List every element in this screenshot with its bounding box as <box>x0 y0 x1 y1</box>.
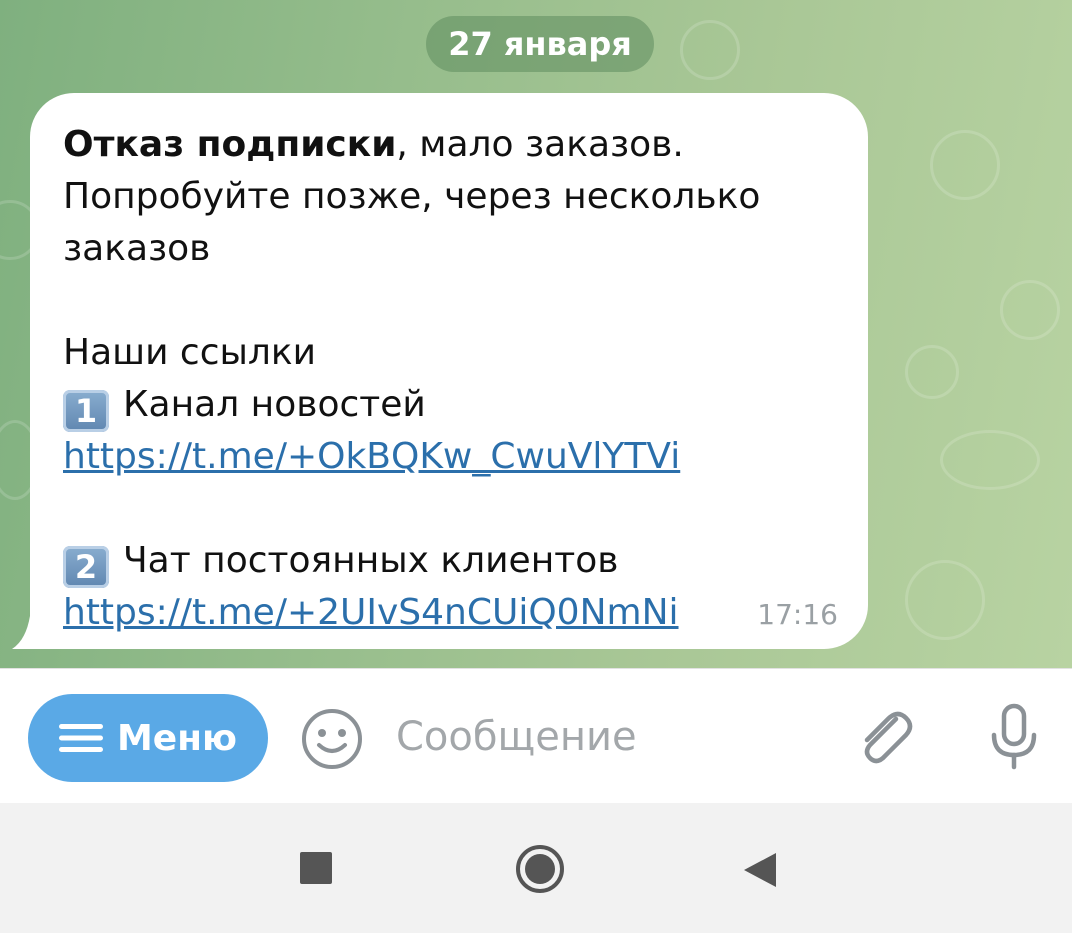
home-circle-icon[interactable] <box>514 843 566 895</box>
background-doodle <box>940 430 1040 490</box>
message-time: 17:16 <box>757 598 838 631</box>
recents-square-icon[interactable] <box>300 852 332 884</box>
system-navigation-bar <box>0 803 1072 933</box>
paperclip-icon[interactable] <box>852 705 916 769</box>
microphone-icon[interactable] <box>984 703 1044 773</box>
message-text: Попробуйте позже, через несколько <box>63 176 761 217</box>
link-item-1: 1 Канал новостей <box>63 379 836 432</box>
message-text: заказов <box>63 228 211 269</box>
background-doodle <box>930 130 1000 200</box>
chat-background: 27 января Отказ подписки, мало заказов. … <box>0 0 1072 668</box>
message-bold-text: Отказ подписки <box>63 124 397 165</box>
message-bubble[interactable]: Отказ подписки, мало заказов. Попробуйте… <box>30 93 868 649</box>
link-item-label: Чат постоянных клиентов <box>123 540 619 581</box>
emoji-icon[interactable] <box>300 707 364 771</box>
date-separator: 27 января <box>426 16 654 72</box>
menu-button-label: Меню <box>116 717 238 759</box>
message-text: , мало заказов. <box>396 124 684 165</box>
keycap-2-icon: 2 <box>63 546 109 588</box>
chat-link[interactable]: https://t.me/+2UIvS4nCUiQ0NmNi <box>63 592 679 633</box>
background-doodle <box>905 560 985 640</box>
message-line: Отказ подписки, мало заказов. <box>63 119 836 171</box>
back-triangle-icon[interactable] <box>742 851 778 889</box>
message-input[interactable] <box>396 707 796 767</box>
message-input-bar: Меню <box>0 668 1072 803</box>
keycap-1-icon: 1 <box>63 390 109 432</box>
channel-link[interactable]: https://t.me/+OkBQKw_CwuVlYTVi <box>63 436 680 477</box>
background-doodle <box>905 345 959 399</box>
links-heading: Наши ссылки <box>63 332 317 373</box>
background-doodle <box>1000 280 1060 340</box>
background-doodle <box>680 20 740 80</box>
link-item-2: 2 Чат постоянных клиентов <box>63 535 836 588</box>
menu-button[interactable]: Меню <box>28 694 268 782</box>
link-item-label: Канал новостей <box>123 384 426 425</box>
hamburger-icon <box>58 724 103 752</box>
